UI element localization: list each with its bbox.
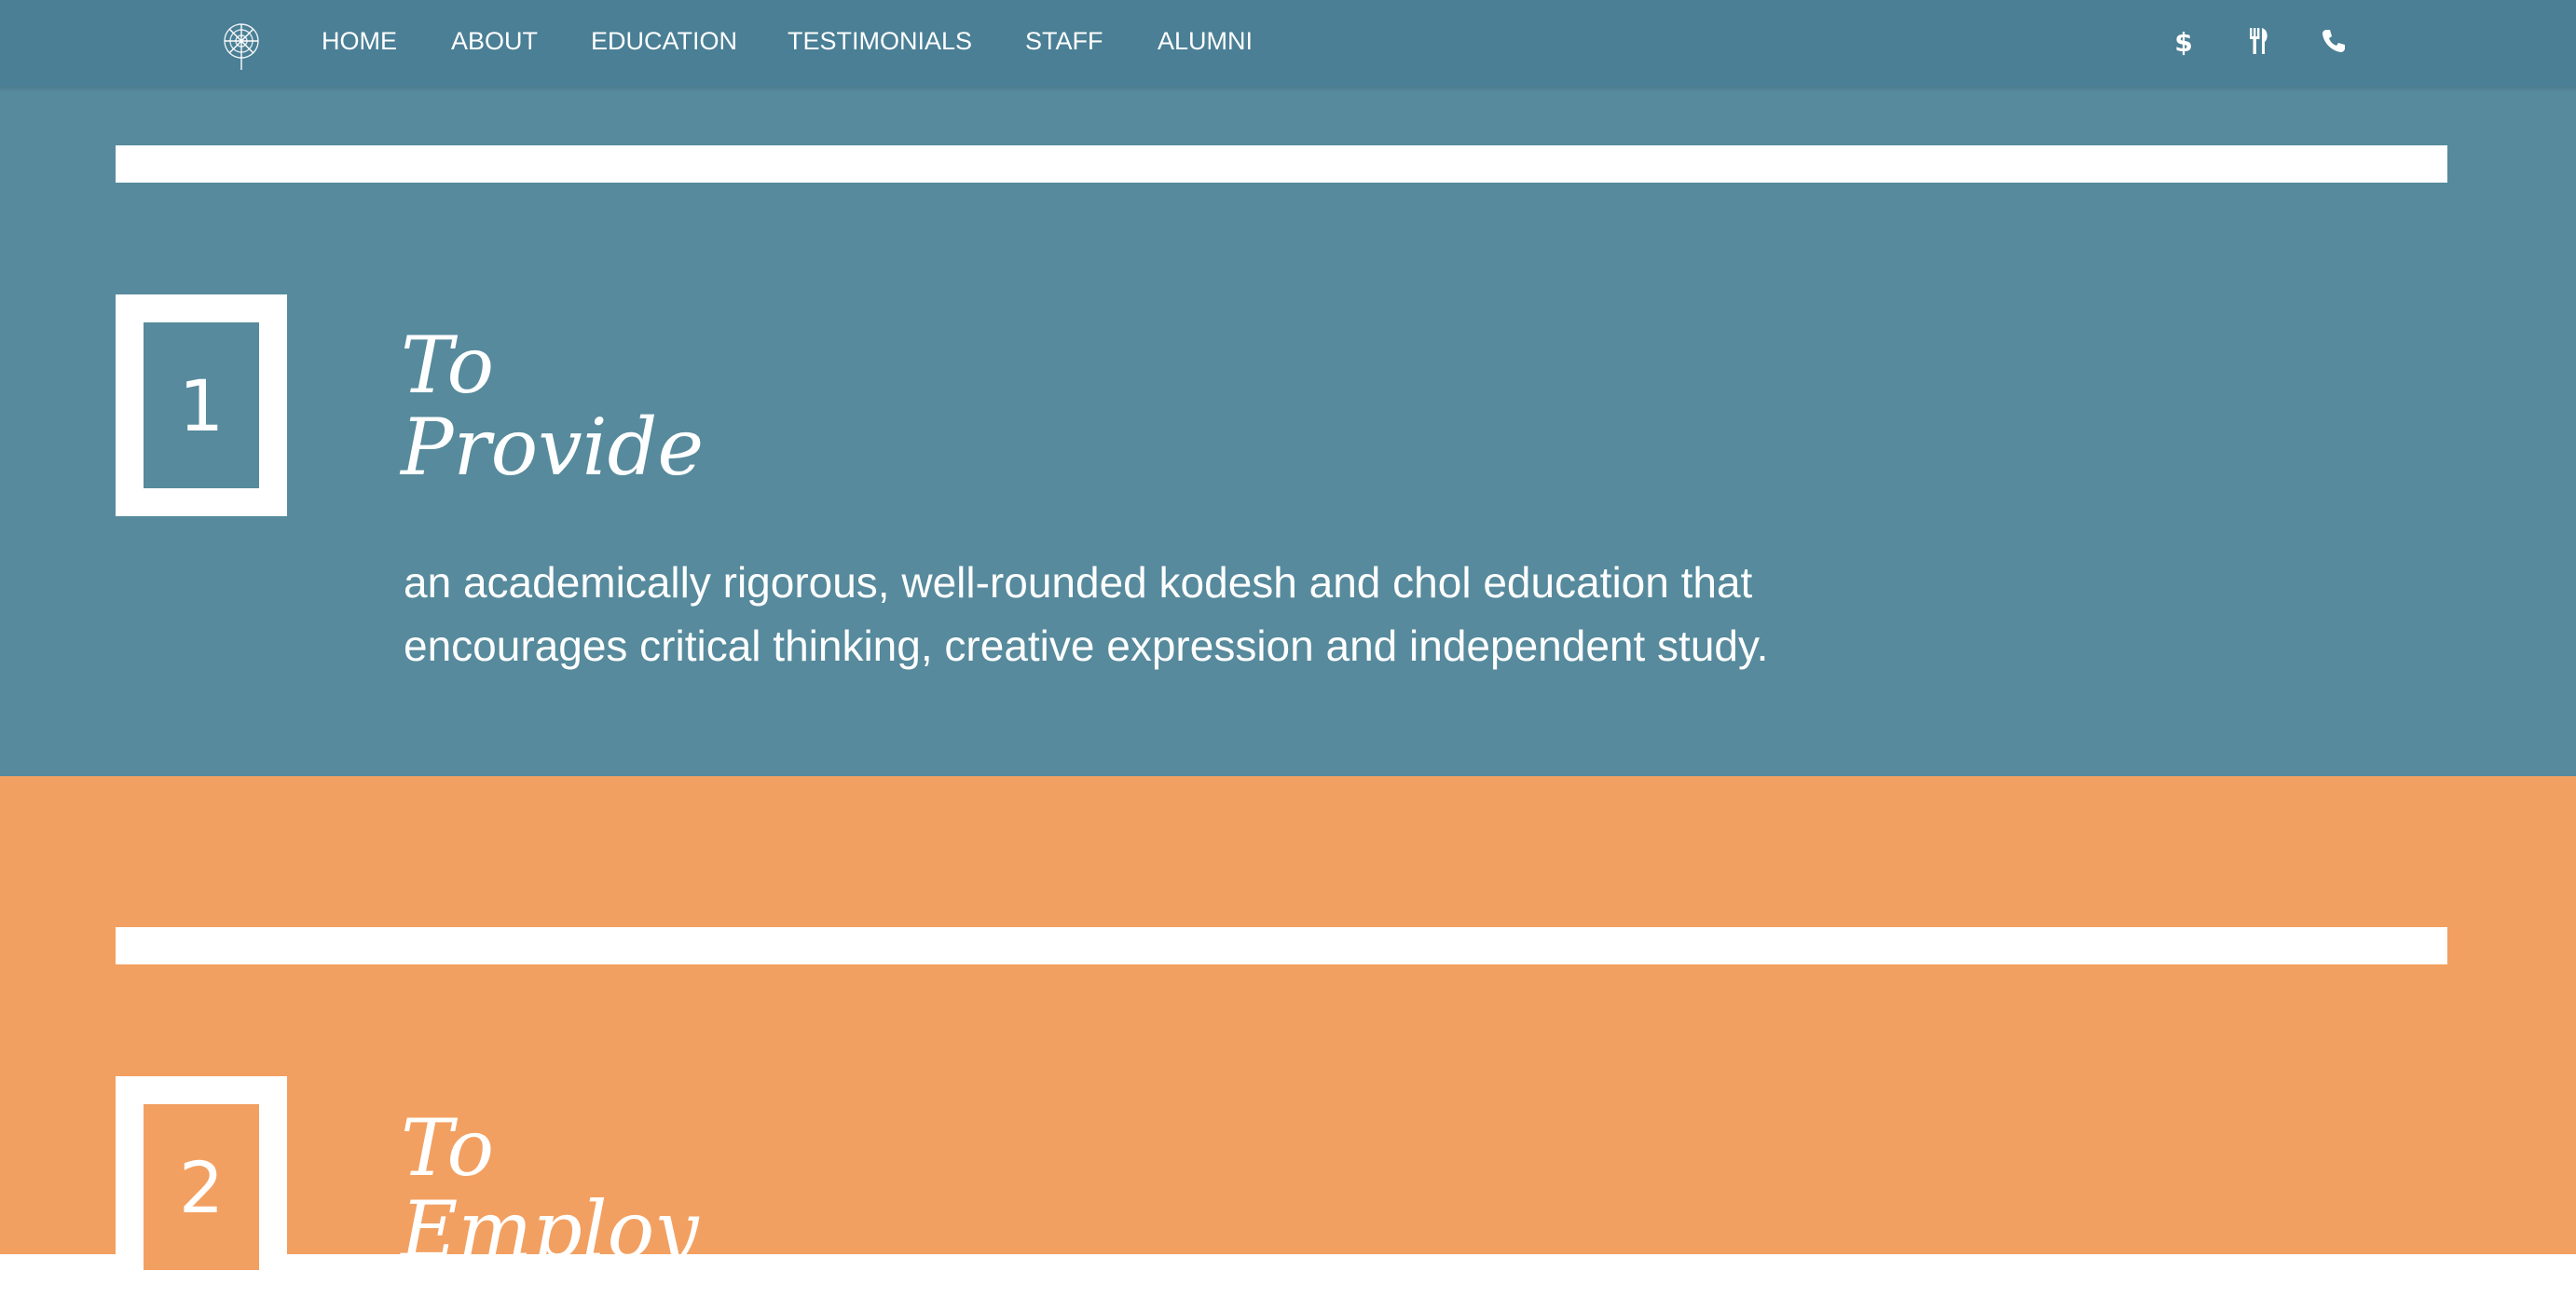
nav-about[interactable]: ABOUT: [451, 0, 538, 82]
phone-icon[interactable]: [2319, 26, 2347, 56]
nav-alumni[interactable]: ALUMNI: [1158, 0, 1253, 82]
divider-bar: [116, 927, 2447, 964]
number-label: 1: [144, 322, 259, 488]
number-box: 1: [116, 294, 287, 516]
nav-staff[interactable]: STAFF: [1025, 0, 1103, 82]
number-label: 2: [144, 1104, 259, 1270]
dollar-icon[interactable]: $: [2170, 26, 2198, 56]
mission-section-provide: 1 To Provide an academically rigorous, w…: [0, 87, 2576, 776]
nav-home[interactable]: HOME: [322, 0, 397, 82]
script-heading-line2: Provide: [401, 402, 705, 493]
svg-text:$: $: [2174, 27, 2192, 56]
dandelion-logo-icon[interactable]: [220, 20, 263, 71]
utensils-icon[interactable]: [2244, 26, 2272, 56]
nav-education[interactable]: EDUCATION: [591, 0, 737, 82]
navbar: HOME ABOUT EDUCATION TESTIMONIALS STAFF …: [0, 0, 2576, 87]
number-box: 2: [116, 1076, 287, 1298]
divider-bar: [116, 145, 2447, 183]
script-heading-line1: To: [401, 320, 495, 411]
mission-section-employ: 2 To Employ: [0, 776, 2576, 1298]
script-heading-line2: Employ: [401, 1184, 699, 1276]
script-heading-line1: To: [401, 1102, 495, 1194]
nav-testimonials[interactable]: TESTIMONIALS: [788, 0, 972, 82]
section-description: an academically rigorous, well-rounded k…: [404, 558, 1769, 670]
